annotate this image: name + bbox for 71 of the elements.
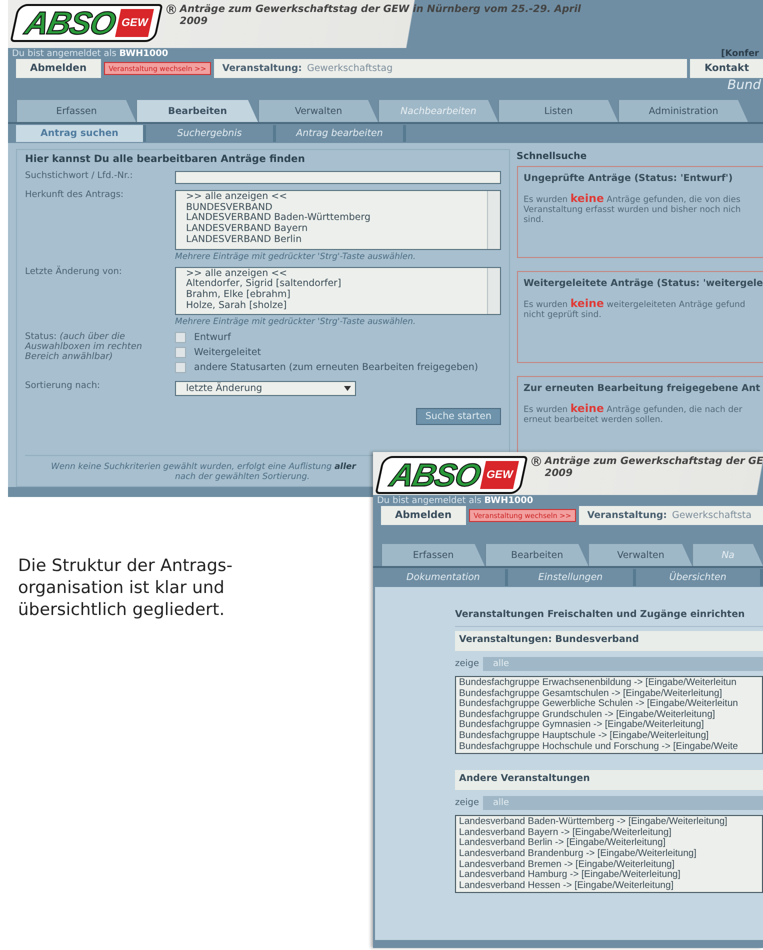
header-title: Anträge zum Gewerkschaftstag der GE [544, 456, 763, 468]
header-title: Anträge zum Gewerkschaftstag der GEW in Nürnberg vom 25.-29. April [180, 4, 581, 16]
field-label: Suchstichwort / Lfd.-Nr.: [25, 171, 134, 183]
page-subtitle: Bund [726, 78, 762, 95]
hint-text: Mehrere Einträge mit gedrückter 'Strg'-Taste auswählen. [175, 252, 417, 262]
logout-button[interactable]: Abmelden [16, 59, 101, 78]
form-heading: Hier kannst Du alle bearbeitbaren Anträge finden [25, 154, 306, 165]
event-label: Veranstaltung: [222, 63, 302, 74]
panel-text: Es wurden keine Anträge gefunden, die nach der [524, 404, 744, 415]
event-listbox[interactable]: Bundesfachgruppe Erwachsenenbildung -> [Eingabe/Weiterleitun Bundesfachgruppe Gesamtschulen -> [Eingabe/Weiterleitung] Bundesfachgruppe Gewerbliche Schulen -> [Eingabe/Weiterleitun Bundesfachgruppe Grundschulen -> [Eingabe/Weiterleitung] Bundesfachgruppe Gymnasien -> [Eingabe/Weiterleitung] Bundesfachgruppe Hauptschule -> [Eingabe/Weiterleitung] Bundesfachgruppe Hochschule und Forschung -> [Eingabe/Weite [455, 676, 763, 754]
registered-mark: ® [530, 456, 543, 470]
panel-text: nicht geprüft sind. [524, 310, 602, 320]
checkbox[interactable] [175, 347, 186, 358]
hint-text: Mehrere Einträge mit gedrückter 'Strg'-Taste auswählen. [175, 317, 417, 328]
panel-title: Ungeprüfte Anträge (Status: 'Entwurf') [524, 173, 734, 184]
quick-search-title: Schnellsuche [516, 151, 588, 162]
subtab[interactable]: Antrag suchen [16, 125, 146, 142]
event-name: Gewerkschaftstag [306, 63, 393, 74]
checkbox-label: Entwurf [194, 332, 231, 344]
panel-text: Es wurden keine Anträge gefunden, die von dies [524, 194, 742, 205]
search-field[interactable] [175, 171, 500, 184]
listbox[interactable]: >> alle anzeigen << Altendorfer, Sigrid [saltendorfer] Brahm, Elke [ebrahm] Holze, Sarah [sholze] [175, 266, 500, 316]
logo-badge: GEW [480, 461, 519, 489]
conference-link[interactable]: [Konfer [721, 48, 759, 58]
caret-icon [344, 386, 351, 392]
tab[interactable]: Erfassen [16, 100, 136, 122]
field-label: Sortierung nach: [25, 381, 102, 394]
header-title: 2009 [180, 16, 209, 28]
checkbox[interactable] [175, 332, 186, 344]
panel-text: Veranstaltung erfasst wurden und bisher noch nich [524, 205, 742, 215]
event-label: Veranstaltung: [587, 510, 667, 521]
tab[interactable]: Verwalten [258, 100, 378, 122]
checkbox-label: Weitergeleitet [194, 347, 261, 358]
field-label: Herkunft des Antrags: [25, 190, 125, 202]
footer-note: nach der gewählten Sortierung. [175, 472, 310, 482]
logo-badge: GEW [115, 9, 154, 37]
panel-text: sind. [524, 215, 545, 225]
header-title: 2009 [544, 468, 574, 480]
tab[interactable]: Erfassen [381, 544, 485, 566]
event-name: Gewerkschaftsta [672, 510, 752, 521]
field-label: Letzte Änderung von: [25, 266, 123, 278]
page-heading: Veranstaltungen Freischalten und Zugänge einrichten [455, 609, 763, 627]
filter-label: zeige [455, 798, 480, 808]
logout-button[interactable]: Abmelden [381, 506, 466, 525]
scrollbar[interactable] [486, 268, 500, 314]
tab[interactable]: Bearbeiten [484, 544, 588, 566]
panel-title: Weitergeleitete Anträge (Status: 'weitergele [524, 278, 763, 289]
search-button[interactable]: Suche starten [416, 408, 500, 426]
sort-dropdown[interactable]: letzte Änderung [175, 381, 356, 396]
login-status: Du bist angemeldet als BWH1000 [12, 48, 168, 58]
panel-title: Zur erneuten Bearbeitung freigegebene Ant [524, 383, 762, 394]
checkbox-label: andere Statusarten (zum erneuten Bearbeiten freigegeben) [194, 362, 478, 374]
tab[interactable]: Bearbeiten [136, 100, 258, 122]
scrollbar[interactable] [486, 191, 500, 248]
footer-note: Wenn keine Suchkriterien gewählt wurden, erfolgt eine Auflistung aller [51, 462, 356, 472]
section-title: Veranstaltungen: Bundesverband [455, 631, 763, 651]
panel-text: Es wurden keine weitergeleiteten Anträge gefund [524, 299, 746, 310]
field-label: Status: (auch über die Auswahlboxen im rechten Bereich anwählbar) [25, 332, 144, 364]
panel-text: erneut bearbeitet werden sollen. [524, 415, 664, 425]
caption: Die Struktur der Antrags-organisation ist klar und übersichtlich gegliedert. [18, 555, 234, 621]
checkbox[interactable] [175, 362, 186, 374]
login-status: Du bist angemeldet als BWH1000 [377, 496, 534, 506]
section-title: Andere Veranstaltungen [455, 770, 763, 790]
registered-mark: ® [164, 4, 178, 18]
event-listbox[interactable]: Landesverband Baden-Württemberg -> [Eingabe/Weiterleitung] Landesverband Bayern -> [Eingabe/Weiterleitung] Landesverband Berlin -> [Eingabe/Weiterleitung] Landesverband Brandenburg -> [Eingabe/Weiterleitung] Landesverband Bremen -> [Eingabe/Weiterleitung] Landesverband Hamburg -> [Eingabe/Weiterleitung] Landesverband Hessen -> [Eingabe/Weiterleitung] [455, 815, 763, 894]
tab[interactable]: Listen [498, 100, 618, 122]
tab[interactable]: Administration [618, 100, 748, 122]
tab[interactable]: Verwalten [588, 544, 692, 566]
listbox[interactable]: >> alle anzeigen << BUNDESVERBAND LANDESVERBAND Baden-Württemberg LANDESVERBAND Bayern LANDESVERBAND Berlin [175, 190, 500, 250]
contact-button[interactable]: Kontakt [690, 59, 763, 78]
filter-label: zeige [455, 659, 480, 669]
